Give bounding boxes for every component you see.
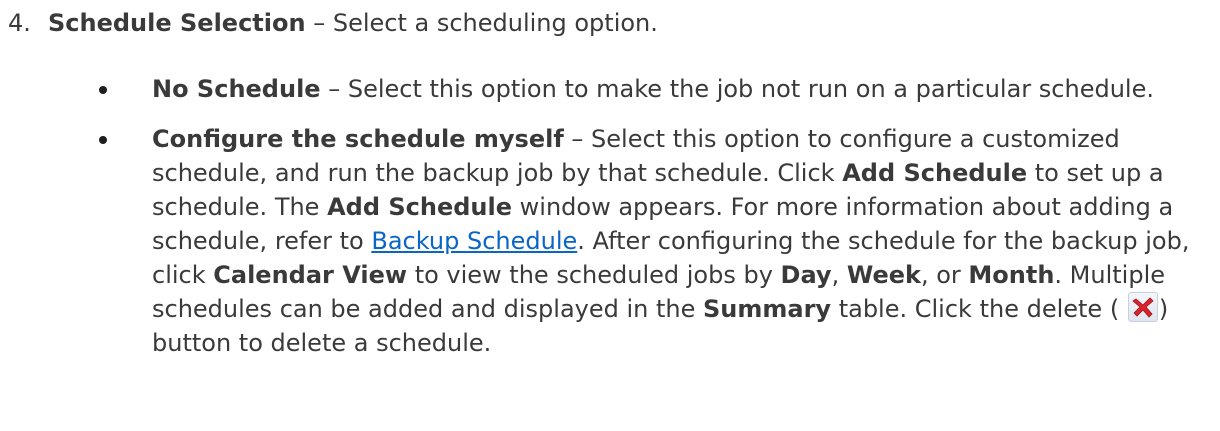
option-term: Configure the schedule myself [152,125,564,153]
summary-term: Summary [703,295,832,323]
document-page: 4. Schedule Selection – Select a scheduli… [0,0,1220,431]
step-number: 4. [8,9,31,37]
step-description: – Select a scheduling option. [305,9,658,37]
add-schedule-term: Add Schedule [842,159,1028,187]
text-segment: table. Click the delete ( [831,295,1120,323]
option-term: No Schedule [152,75,321,103]
option-description: – Select this option to make the job not… [320,75,1154,103]
month-term: Month [968,261,1055,289]
add-schedule-window-term: Add Schedule [327,193,513,221]
bullet-icon [99,86,107,94]
step-title: Schedule Selection [48,9,306,37]
calendar-view-term: Calendar View [213,261,408,289]
delete-x-shape [1132,297,1154,318]
delete-x-icon [1127,292,1158,322]
text-segment: , or [920,261,969,289]
week-term: Week [846,261,921,289]
list-item-no-schedule: No Schedule – Select this option to make… [99,72,1196,106]
schedule-options-list: No Schedule – Select this option to make… [99,72,1196,360]
text-segment: , [831,261,847,289]
backup-schedule-link[interactable]: Backup Schedule [371,227,577,255]
day-term: Day [780,261,832,289]
bullet-icon [99,136,107,144]
text-segment: to view the scheduled jobs by [407,261,781,289]
list-item-configure-schedule: Configure the schedule myself – Select t… [99,122,1196,360]
step-4: 4. Schedule Selection – Select a scheduli… [8,6,658,40]
